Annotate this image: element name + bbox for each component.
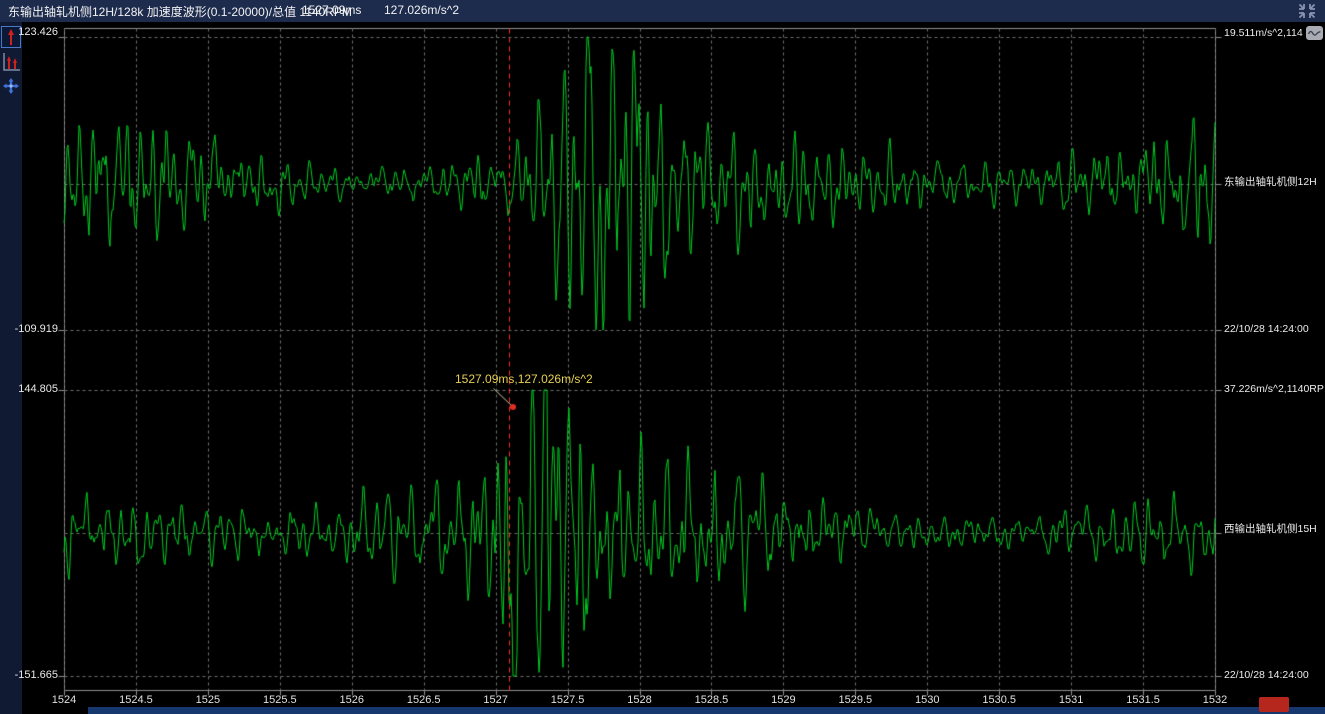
timestamp-label-chart1: 22/10/28 14:24:00 xyxy=(1224,323,1324,335)
cursor-time-readout: 1527.09ms xyxy=(302,3,361,17)
x-tick-label: 1530 xyxy=(915,694,939,706)
y-min-label-chart2: -151.665 xyxy=(0,669,58,681)
harmonic-cursor-icon xyxy=(1,51,21,73)
x-tick-label: 1531 xyxy=(1059,694,1083,706)
move-cross-icon xyxy=(3,78,19,94)
x-tick-label: 1527 xyxy=(483,694,507,706)
x-tick-label: 1531.5 xyxy=(1126,694,1160,706)
x-tick-label: 1528.5 xyxy=(695,694,729,706)
peak-value-label-chart2: 37.226m/s^2,1140RP xyxy=(1224,383,1324,395)
collapse-icon[interactable] xyxy=(1295,2,1319,20)
channel-label-chart2: 西输出轴轧机侧15H xyxy=(1224,521,1324,536)
page-title: 东输出轴轧机侧12H/128k 加速度波形(0.1-20000)/总值 1140… xyxy=(8,3,352,20)
channel-label-chart1: 东输出轴轧机侧12H xyxy=(1224,174,1324,189)
x-tick-label: 1529 xyxy=(771,694,795,706)
x-tick-label: 1524 xyxy=(52,694,76,706)
title-bar: 东输出轴轧机侧12H/128k 加速度波形(0.1-20000)/总值 1140… xyxy=(0,0,1325,22)
x-tick-label: 1529.5 xyxy=(838,694,872,706)
x-tick-label: 1526.5 xyxy=(407,694,441,706)
bottom-edge-bar xyxy=(88,707,1325,714)
tool-sidebar xyxy=(0,22,22,714)
cursor-value-readout: 127.026m/s^2 xyxy=(384,3,459,17)
y-max-label-chart1: 123.426 xyxy=(0,26,58,38)
x-tick-label: 1524.5 xyxy=(119,694,153,706)
x-tick-label: 1528 xyxy=(627,694,651,706)
x-tick-label: 1532 xyxy=(1203,694,1227,706)
x-tick-label: 1530.5 xyxy=(982,694,1016,706)
x-tick-label: 1527.5 xyxy=(551,694,585,706)
y-min-label-chart1: -109.919 xyxy=(0,323,58,335)
alert-indicator[interactable] xyxy=(1259,697,1289,712)
y-max-label-chart2: 144.805 xyxy=(0,383,58,395)
timestamp-label-chart2: 22/10/28 14:24:00 xyxy=(1224,669,1324,681)
x-tick-label: 1526 xyxy=(340,694,364,706)
harmonic-cursor-tool-button[interactable] xyxy=(1,51,21,73)
waveform-mini-icon[interactable] xyxy=(1306,26,1323,40)
x-tick-label: 1525 xyxy=(196,694,220,706)
pan-tool-button[interactable] xyxy=(3,78,19,94)
x-tick-label: 1525.5 xyxy=(263,694,297,706)
cursor-annotation: 1527.09ms,127.026m/s^2 xyxy=(455,372,593,386)
vibration-analyzer-window: 东输出轴轧机侧12H/128k 加速度波形(0.1-20000)/总值 1140… xyxy=(0,0,1325,714)
plot-area[interactable] xyxy=(64,28,1215,690)
